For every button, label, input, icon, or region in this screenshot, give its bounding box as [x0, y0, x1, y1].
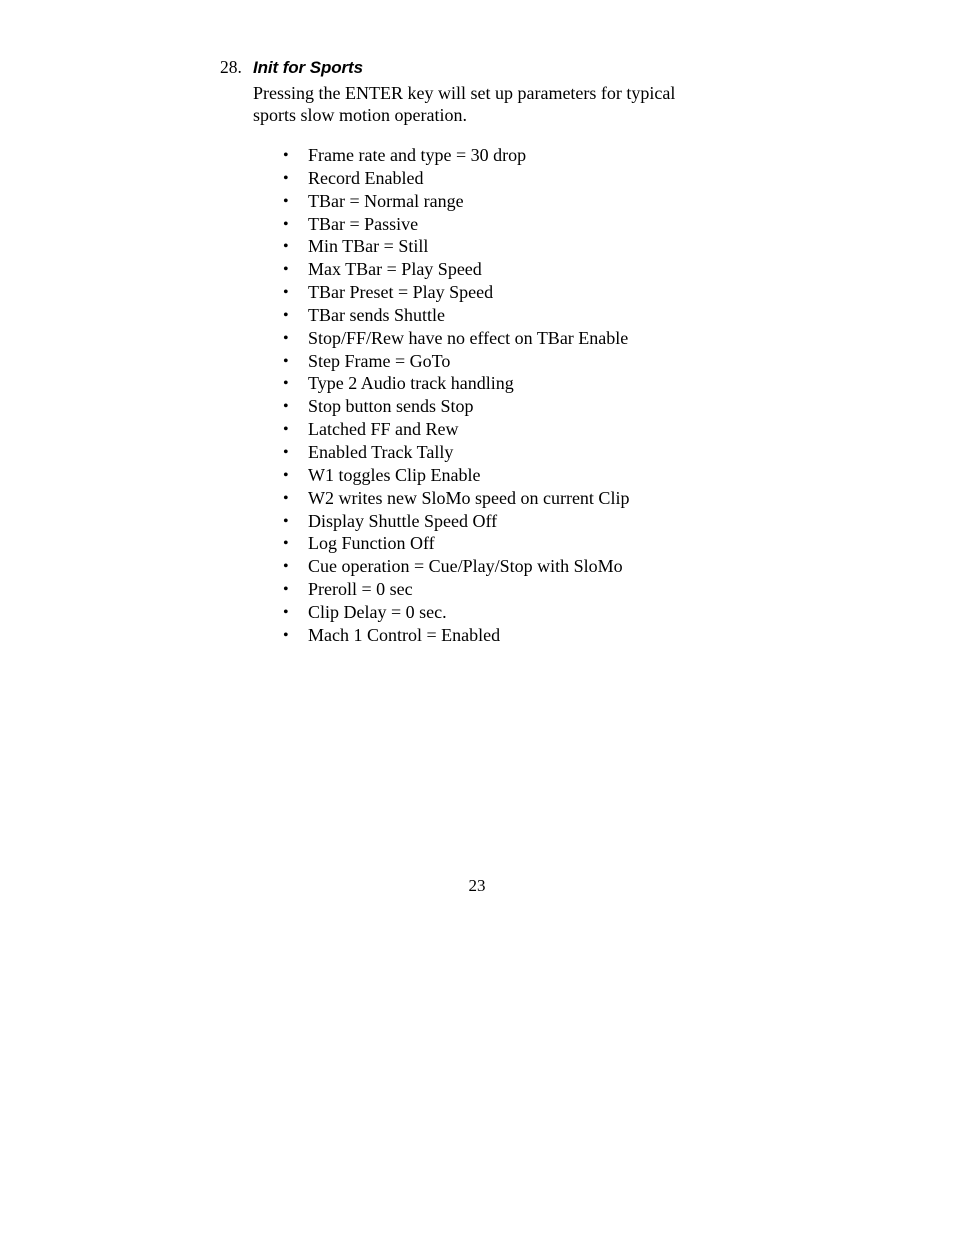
paragraph-line-1: Pressing the ENTER key will set up param…	[253, 83, 676, 103]
bullet-point-icon	[283, 601, 308, 626]
numbered-item-28: 28. Init for Sports Pressing the ENTER k…	[220, 56, 720, 645]
item-title: Init for Sports	[253, 58, 363, 77]
list-item: Preroll = 0 sec	[283, 578, 723, 601]
bullet-point-icon	[283, 350, 308, 375]
bullet-point-icon	[283, 213, 308, 238]
list-item-label: Type 2 Audio track handling	[308, 373, 514, 394]
list-item: Frame rate and type = 30 drop	[283, 144, 723, 167]
list-item: Min TBar = Still	[283, 235, 723, 258]
bullet-point-icon	[283, 190, 308, 215]
list-item: Clip Delay = 0 sec.	[283, 601, 723, 624]
list-item: TBar sends Shuttle	[283, 304, 723, 327]
list-item: W1 toggles Clip Enable	[283, 464, 723, 487]
list-item-label: Step Frame = GoTo	[308, 350, 451, 371]
bullet-point-icon	[283, 395, 308, 420]
bullet-point-icon	[283, 235, 308, 260]
bullet-point-icon	[283, 281, 308, 306]
bullet-point-icon	[283, 555, 308, 580]
list-item-label: Cue operation = Cue/Play/Stop with SloMo	[308, 556, 623, 577]
bullet-point-icon	[283, 418, 308, 443]
bullet-point-icon	[283, 578, 308, 603]
list-item: Max TBar = Play Speed	[283, 258, 723, 281]
page-number: 23	[468, 876, 486, 895]
list-item: Latched FF and Rew	[283, 418, 723, 441]
list-item: Stop button sends Stop	[283, 395, 723, 418]
list-item-label: Enabled Track Tally	[308, 441, 454, 462]
bullet-point-icon	[283, 327, 308, 352]
list-item: Type 2 Audio track handling	[283, 372, 723, 395]
list-item-label: TBar = Normal range	[308, 190, 464, 211]
list-item-label: TBar = Passive	[308, 213, 419, 234]
list-item: Record Enabled	[283, 167, 723, 190]
bullet-point-icon	[283, 464, 308, 489]
item-paragraph: Pressing the ENTER key will set up param…	[253, 82, 708, 127]
list-item: Cue operation = Cue/Play/Stop with SloMo	[283, 555, 723, 578]
list-item-label: Stop/FF/Rew have no effect on TBar Enabl…	[308, 327, 629, 348]
item-number: 28.	[220, 57, 242, 77]
bullet-point-icon	[283, 487, 308, 512]
list-item: Display Shuttle Speed Off	[283, 510, 723, 533]
bullet-point-icon	[283, 510, 308, 535]
list-item-label: TBar Preset = Play Speed	[308, 282, 494, 303]
settings-bullet-list: Frame rate and type = 30 dropRecord Enab…	[283, 144, 723, 647]
list-item-label: Latched FF and Rew	[308, 419, 459, 440]
list-item-label: Mach 1 Control = Enabled	[308, 624, 501, 645]
bullet-point-icon	[283, 144, 308, 169]
list-item: Mach 1 Control = Enabled	[283, 624, 723, 647]
list-item: Step Frame = GoTo	[283, 350, 723, 373]
list-item-label: Display Shuttle Speed Off	[308, 510, 498, 531]
bullet-point-icon	[283, 532, 308, 557]
bullet-point-icon	[283, 372, 308, 397]
list-item-label: Frame rate and type = 30 drop	[308, 145, 527, 165]
list-item-label: Record Enabled	[308, 167, 424, 188]
list-item-label: Preroll = 0 sec	[308, 579, 413, 600]
bullet-point-icon	[283, 441, 308, 466]
list-item-label: Stop button sends Stop	[308, 396, 474, 417]
bullet-point-icon	[283, 304, 308, 329]
paragraph-line-2: sports slow motion operation.	[253, 105, 467, 126]
list-item-label: Log Function Off	[308, 533, 435, 554]
bullet-point-icon	[283, 167, 308, 192]
list-item: TBar = Normal range	[283, 190, 723, 213]
list-item: Stop/FF/Rew have no effect on TBar Enabl…	[283, 327, 723, 350]
bullet-point-icon	[283, 258, 308, 283]
list-item-label: W2 writes new SloMo speed on current Cli…	[308, 487, 630, 508]
item-heading: 28. Init for Sports	[220, 56, 720, 79]
list-item: Log Function Off	[283, 532, 723, 555]
list-item-label: TBar sends Shuttle	[308, 304, 445, 325]
list-item-label: Min TBar = Still	[308, 236, 429, 257]
list-item: Enabled Track Tally	[283, 441, 723, 464]
list-item: TBar Preset = Play Speed	[283, 281, 723, 304]
list-item-label: Max TBar = Play Speed	[308, 259, 482, 280]
bullet-point-icon	[283, 624, 308, 649]
list-item: W2 writes new SloMo speed on current Cli…	[283, 487, 723, 510]
list-item: TBar = Passive	[283, 213, 723, 236]
document-page: 28. Init for Sports Pressing the ENTER k…	[0, 0, 954, 1235]
list-item-label: W1 toggles Clip Enable	[308, 464, 481, 485]
list-item-label: Clip Delay = 0 sec.	[308, 601, 447, 622]
